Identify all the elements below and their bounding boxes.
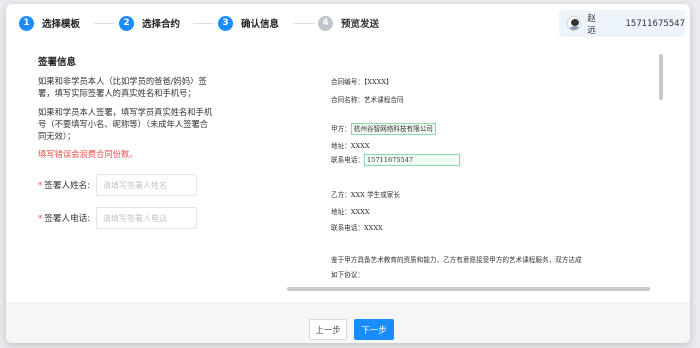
party-a-phone-field: 15711675547 xyxy=(363,154,460,166)
signing-info: 签署信息 如果和非学员本人（比如学员的爸爸/妈妈）签署，填写实际签署人的真实姓名… xyxy=(38,54,213,160)
user-info[interactable]: 赵远 15711675547 xyxy=(559,10,685,37)
step-number-2: 2 xyxy=(119,15,134,31)
signer-name-row: * 签署人姓名: xyxy=(38,174,197,196)
party-b-phone: 联系电话：XXXX xyxy=(331,224,383,232)
step-label-4: 预览发送 xyxy=(341,19,380,30)
contract-wizard-panel: 1 选择模板 2 选择合约 3 确认信息 4 预览发送 赵远 157116755… xyxy=(6,4,690,343)
step-3[interactable]: 3 确认信息 xyxy=(218,15,279,31)
signing-title: 签署信息 xyxy=(38,57,77,68)
step-number-3: 3 xyxy=(218,15,233,31)
step-4[interactable]: 4 预览发送 xyxy=(318,15,379,31)
step-progress-bar: 1 选择模板 2 选择合约 3 确认信息 4 预览发送 赵远 157116755… xyxy=(6,4,690,42)
signing-warning: 填写错误会浪费合同份数。 xyxy=(38,149,138,159)
signer-name-label: * 签署人姓名: xyxy=(38,181,91,191)
step-label-2: 选择合约 xyxy=(142,19,181,30)
contract-name: 合同名称：艺术课程合同 xyxy=(331,96,404,104)
contract-clause: 鉴于甲方具备艺术教育的资质和能力，乙方有意愿接受甲方的艺术课程服务，双方达成 xyxy=(331,256,582,264)
user-name: 赵远 xyxy=(587,13,596,36)
contract-number: 合同编号：【XXXX】 xyxy=(331,78,393,86)
step-label-3: 确认信息 xyxy=(241,19,280,30)
signer-phone-row: * 签署人电话: xyxy=(38,207,197,229)
step-number-4: 4 xyxy=(318,15,333,31)
party-a-phone-line: 联系电话： 15711675547 xyxy=(331,154,460,166)
signer-phone-input[interactable] xyxy=(96,207,197,229)
prev-step-button[interactable]: 上一步 xyxy=(309,319,347,340)
signer-phone-label: * 签署人电话: xyxy=(38,214,91,224)
party-b-line: 乙方：XXX 学生或家长 xyxy=(331,191,400,199)
step-label-1: 选择模板 xyxy=(42,19,81,30)
step-connector xyxy=(94,23,114,24)
signing-instruction-2: 如果和学员本人签署，填写学员真实姓名和手机号（不要填写小名、昵称等）（未成年人签… xyxy=(38,107,213,141)
step-connector xyxy=(193,23,214,24)
party-a-address: 地址：XXXX xyxy=(331,142,370,150)
party-b-address: 地址：XXXX xyxy=(331,208,370,216)
next-step-button[interactable]: 下一步 xyxy=(354,319,394,340)
step-2[interactable]: 2 选择合约 xyxy=(119,15,180,31)
footer-bar: 上一步 下一步 xyxy=(6,302,690,343)
party-a-field: 杭州谷智网络科技有限公司 xyxy=(350,123,436,135)
horizontal-scrollbar[interactable] xyxy=(287,287,650,291)
party-a-line: 甲方： 杭州谷智网络科技有限公司 xyxy=(331,123,436,135)
signer-name-input[interactable] xyxy=(96,174,197,196)
step-number-1: 1 xyxy=(19,15,34,31)
step-connector xyxy=(293,23,314,24)
user-phone: 15711675547 xyxy=(625,18,686,29)
user-avatar-icon xyxy=(567,16,582,31)
contract-clause-cont: 如下协议： xyxy=(331,271,364,279)
step-1[interactable]: 1 选择模板 xyxy=(19,15,80,31)
vertical-scrollbar[interactable] xyxy=(659,54,663,100)
signing-instruction-1: 如果和非学员本人（比如学员的爸爸/妈妈）签署，填写实际签署人的真实姓名和手机号； xyxy=(38,76,207,98)
